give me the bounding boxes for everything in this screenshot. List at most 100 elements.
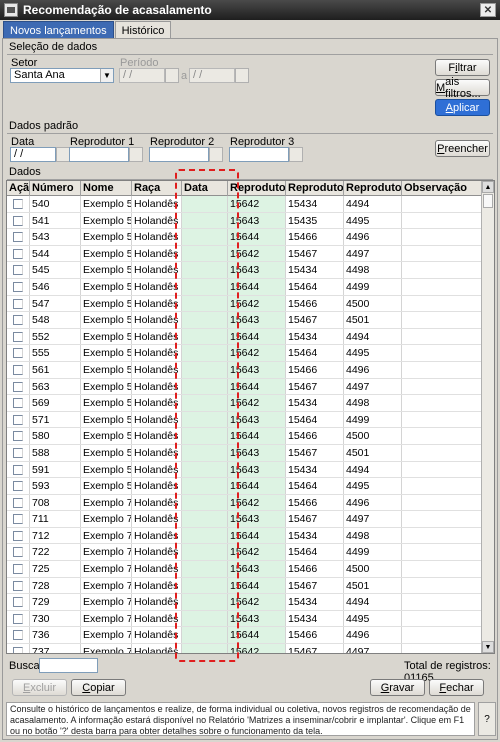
grid-scrollbar[interactable]: ▲ ▼ [481,181,494,653]
table-cell[interactable]: 588 [30,444,81,461]
rep3-lookup-button[interactable] [289,147,303,162]
table-cell[interactable]: Holandês [132,544,182,561]
table-cell[interactable]: 15435 [286,212,344,229]
table-cell-observacao[interactable] [402,345,482,361]
table-row[interactable]: 580Exemplo 580Holandês 15644154664500 [7,428,482,445]
table-cell[interactable]: 15434 [286,594,344,610]
rep1-lookup-button[interactable] [129,147,143,162]
row-checkbox[interactable] [13,613,23,624]
table-cell[interactable]: Holandês [132,328,182,345]
table-cell[interactable]: 4496 [344,627,402,644]
table-cell-observacao[interactable] [402,212,482,229]
table-cell[interactable]: Exemplo 555 [81,345,132,361]
table-cell[interactable]: 15644 [228,577,286,594]
rep2-lookup-button[interactable] [209,147,223,162]
table-cell[interactable]: 15644 [228,378,286,395]
table-cell[interactable]: 15643 [228,212,286,229]
table-cell[interactable]: 15434 [286,610,344,627]
table-cell[interactable]: Exemplo 540 [81,196,132,212]
table-row[interactable]: 541Exemplo 541Holandês 15643154354495 [7,212,482,230]
row-checkbox[interactable] [13,199,23,209]
table-row[interactable]: 548Exemplo 548Holandês 15643154674501 [7,312,482,329]
periodo-from-calendar-button[interactable] [165,68,179,83]
table-cell[interactable]: 15644 [228,527,286,544]
table-cell[interactable]: 541 [30,212,81,229]
table-cell[interactable] [182,361,228,378]
table-cell[interactable]: Exemplo 543 [81,229,132,245]
table-row[interactable]: 555Exemplo 555Holandês 15642154644495 [7,345,482,362]
table-cell[interactable]: 555 [30,345,81,361]
table-cell[interactable]: 569 [30,395,81,411]
table-cell[interactable]: Holandês [132,461,182,478]
table-cell[interactable]: 4500 [344,428,402,444]
table-cell[interactable]: 15642 [228,345,286,361]
table-cell-observacao[interactable] [402,544,482,561]
table-cell-observacao[interactable] [402,511,482,527]
table-cell[interactable]: 4496 [344,229,402,245]
table-cell[interactable] [182,278,228,295]
rep2-field[interactable] [149,147,209,162]
preencher-button[interactable]: Preencher [435,140,490,157]
table-cell[interactable]: 4497 [344,245,402,262]
table-row[interactable]: 708Exemplo 708Holandês 15642154664496 [7,494,482,512]
row-checkbox[interactable] [13,530,23,541]
rep1-field[interactable] [69,147,129,162]
table-row[interactable]: 711Exemplo 711Holandês 15643154674497 [7,511,482,528]
table-cell[interactable]: 15643 [228,461,286,478]
table-cell[interactable]: Exemplo 736 [81,627,132,644]
table-cell[interactable] [182,212,228,229]
table-row[interactable]: 546Exemplo 546Holandês 15644154644499 [7,278,482,296]
table-cell[interactable]: 563 [30,378,81,395]
table-row[interactable]: 588Exemplo 588Holandês 15643154674501 [7,444,482,462]
table-cell[interactable]: 15643 [228,444,286,461]
table-cell[interactable]: 4499 [344,411,402,428]
table-cell[interactable]: 4499 [344,278,402,295]
table-cell[interactable]: 545 [30,262,81,278]
table-row[interactable]: 730Exemplo 730Holandês 15643154344495 [7,610,482,628]
row-checkbox[interactable] [13,547,23,558]
table-cell[interactable]: 4499 [344,544,402,561]
table-cell[interactable]: 15464 [286,345,344,361]
table-cell-observacao[interactable] [402,196,482,212]
table-cell[interactable]: Exemplo 571 [81,411,132,428]
table-cell[interactable]: Exemplo 708 [81,494,132,511]
row-checkbox[interactable] [13,331,23,342]
table-row[interactable]: 593Exemplo 593Holandês 15644154644495 [7,478,482,495]
table-cell[interactable]: 540 [30,196,81,212]
table-cell[interactable]: 15464 [286,278,344,295]
table-cell[interactable] [182,262,228,278]
table-row[interactable]: 563Exemplo 563Holandês 15644154674497 [7,378,482,396]
header-observacao[interactable]: Observação [402,181,482,196]
row-checkbox[interactable] [13,564,23,575]
table-cell[interactable]: Exemplo 569 [81,395,132,411]
table-cell[interactable]: Holandês [132,262,182,278]
table-cell[interactable]: 736 [30,627,81,644]
table-cell[interactable]: 708 [30,494,81,511]
table-cell[interactable]: 4500 [344,295,402,312]
table-cell[interactable]: 15643 [228,312,286,328]
table-cell[interactable]: Holandês [132,478,182,494]
row-checkbox[interactable] [13,497,23,508]
table-cell[interactable]: 737 [30,644,81,653]
table-cell-observacao[interactable] [402,278,482,295]
table-cell-observacao[interactable] [402,245,482,262]
table-cell[interactable]: 4497 [344,644,402,653]
table-row[interactable]: 712Exemplo 712Holandês 15644154344498 [7,527,482,545]
table-cell[interactable]: 15467 [286,511,344,527]
table-cell[interactable]: Holandês [132,361,182,378]
table-row[interactable]: 722Exemplo 722Holandês 15642154644499 [7,544,482,562]
table-cell[interactable]: 15642 [228,395,286,411]
table-cell[interactable]: 4497 [344,511,402,527]
table-cell[interactable]: Holandês [132,577,182,594]
table-cell[interactable]: Holandês [132,395,182,411]
table-cell[interactable]: 15642 [228,494,286,511]
table-cell[interactable]: 15467 [286,644,344,653]
table-cell-observacao[interactable] [402,478,482,494]
table-cell[interactable]: 15643 [228,262,286,278]
table-cell[interactable]: 15644 [228,627,286,644]
row-checkbox[interactable] [13,348,23,359]
table-cell[interactable]: Holandês [132,345,182,361]
table-cell-observacao[interactable] [402,444,482,461]
table-cell[interactable] [182,295,228,312]
table-cell[interactable] [182,461,228,478]
